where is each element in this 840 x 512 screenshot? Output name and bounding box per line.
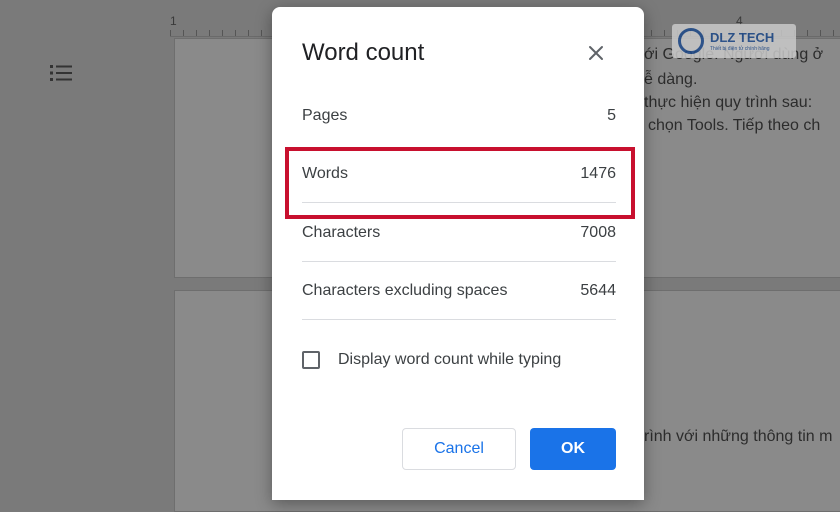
display-word-count-checkbox[interactable] bbox=[302, 351, 320, 369]
ruler-mark: 1 bbox=[170, 14, 177, 28]
stat-value: 5 bbox=[607, 107, 616, 124]
stat-value: 7008 bbox=[580, 224, 616, 241]
stat-label: Pages bbox=[302, 107, 348, 124]
document-outline-icon[interactable] bbox=[48, 62, 74, 84]
word-count-dialog: Word count Pages 5 Words 1476 Characters… bbox=[272, 7, 644, 500]
document-text: rình với những thông tin m bbox=[644, 428, 833, 445]
stat-value: 5644 bbox=[580, 282, 616, 299]
close-icon[interactable] bbox=[584, 41, 608, 65]
logo-mark-icon bbox=[678, 28, 704, 54]
stat-row-pages: Pages 5 bbox=[302, 87, 616, 145]
display-word-count-option[interactable]: Display word count while typing bbox=[302, 349, 561, 371]
document-text: chọn Tools. Tiếp theo ch bbox=[648, 117, 821, 134]
words-highlight-box bbox=[285, 147, 635, 219]
stat-label: Characters bbox=[302, 224, 381, 241]
document-text: ễ dàng. bbox=[644, 71, 698, 88]
checkbox-label: Display word count while typing bbox=[338, 351, 562, 368]
document-text: thực hiện quy trình sau: bbox=[644, 94, 813, 111]
stat-row-characters-no-spaces: Characters excluding spaces 5644 bbox=[302, 262, 616, 320]
logo-tagline: Thiết bị điện tử chính hãng bbox=[710, 46, 770, 52]
cancel-button[interactable]: Cancel bbox=[402, 428, 516, 470]
dialog-title: Word count bbox=[302, 39, 425, 66]
ok-button[interactable]: OK bbox=[530, 428, 616, 470]
stat-label: Characters excluding spaces bbox=[302, 282, 508, 299]
logo-brand: DLZ TECH bbox=[710, 30, 775, 45]
brand-logo: DLZ TECH Thiết bị điện tử chính hãng bbox=[672, 24, 796, 58]
